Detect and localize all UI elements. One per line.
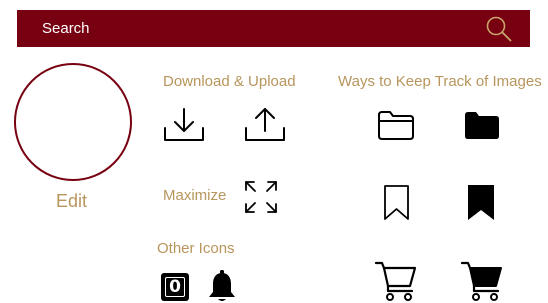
notification-badge[interactable]: 0 xyxy=(161,273,189,301)
folder-filled-icon[interactable] xyxy=(462,108,502,142)
folder-outline-icon[interactable] xyxy=(376,108,416,142)
download-icon[interactable] xyxy=(163,106,205,144)
bookmark-filled-icon[interactable] xyxy=(466,184,496,222)
search-icon[interactable] xyxy=(485,15,513,43)
edit-link[interactable]: Edit xyxy=(56,191,87,212)
download-upload-title: Download & Upload xyxy=(163,73,296,90)
maximize-title: Maximize xyxy=(163,187,227,204)
upload-icon[interactable] xyxy=(244,106,286,144)
search-label: Search xyxy=(42,20,90,37)
badge-count: 0 xyxy=(169,277,181,297)
other-icons-title: Other Icons xyxy=(157,240,235,257)
avatar[interactable] xyxy=(14,63,132,181)
bell-icon[interactable] xyxy=(205,269,239,303)
cart-outline-icon[interactable] xyxy=(374,260,418,302)
cart-filled-icon[interactable] xyxy=(460,260,504,302)
ways-to-keep-track-title: Ways to Keep Track of Images xyxy=(338,73,542,90)
search-bar[interactable]: Search xyxy=(17,10,530,47)
maximize-icon[interactable] xyxy=(244,180,278,214)
bookmark-outline-icon[interactable] xyxy=(382,184,412,222)
